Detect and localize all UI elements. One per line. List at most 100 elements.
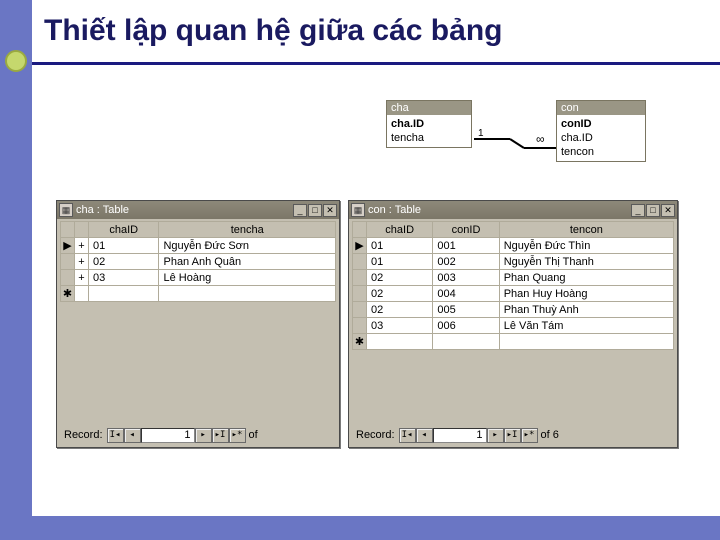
con-titlebar[interactable]: ▦ con : Table _ □ ✕ <box>349 201 677 219</box>
con-header-row: chaID conID tencon <box>353 222 674 238</box>
expand-icon[interactable]: + <box>75 254 89 270</box>
row-selector[interactable] <box>353 286 367 302</box>
table-row[interactable]: ▶ + 01 Nguyễn Đức Sơn <box>61 238 336 254</box>
con-data-table[interactable]: chaID conID tencon ▶ 01 001 Nguyễn Đức T… <box>352 221 674 350</box>
table-row[interactable]: 02 004 Phan Huy Hoàng <box>353 286 674 302</box>
nav-last-button[interactable]: ▸I <box>504 428 521 443</box>
cell-tencha[interactable]: Nguyễn Đức Sơn <box>159 238 336 254</box>
grid-background <box>352 367 674 423</box>
cell-tencha[interactable]: Phan Anh Quân <box>159 254 336 270</box>
card-many-label: ∞ <box>536 132 545 146</box>
con-col-tencon[interactable]: tencon <box>499 222 673 238</box>
nav-next-button[interactable]: ▸ <box>487 428 504 443</box>
cell-chaID[interactable]: 02 <box>367 286 433 302</box>
cell-tencon[interactable] <box>499 334 673 350</box>
nav-last-button[interactable]: ▸I <box>212 428 229 443</box>
table-row[interactable]: 03 006 Lê Văn Tám <box>353 318 674 334</box>
cha-titlebar[interactable]: ▦ cha : Table _ □ ✕ <box>57 201 339 219</box>
row-selector[interactable] <box>61 254 75 270</box>
nav-new-button[interactable]: ▸* <box>521 428 538 443</box>
table-row[interactable]: 02 003 Phan Quang <box>353 270 674 286</box>
nav-first-button[interactable]: I◂ <box>107 428 124 443</box>
rel-con-field-2: tencon <box>561 145 641 159</box>
cell-tencha[interactable]: Lê Hoàng <box>159 270 336 286</box>
nav-next-button[interactable]: ▸ <box>195 428 212 443</box>
nav-first-button[interactable]: I◂ <box>399 428 416 443</box>
cell-conID[interactable]: 006 <box>433 318 499 334</box>
record-number-input[interactable]: 1 <box>141 428 195 443</box>
maximize-button[interactable]: □ <box>308 204 322 217</box>
con-col-conID[interactable]: conID <box>433 222 499 238</box>
cell-tencon[interactable]: Nguyễn Thị Thanh <box>499 254 673 270</box>
cha-data-table[interactable]: chaID tencha ▶ + 01 Nguyễn Đức Sơn + 02 … <box>60 221 336 302</box>
nav-prev-button[interactable]: ◂ <box>124 428 141 443</box>
rel-cha-title: cha <box>387 101 471 115</box>
cell-chaID[interactable]: 02 <box>367 270 433 286</box>
maximize-button[interactable]: □ <box>646 204 660 217</box>
rel-line: 1 ∞ <box>474 128 556 142</box>
table-row[interactable]: ▶ 01 001 Nguyễn Đức Thìn <box>353 238 674 254</box>
record-label: Record: <box>352 429 399 441</box>
record-of-label: of <box>246 429 261 441</box>
cell-chaID[interactable] <box>89 286 159 302</box>
cell-chaID[interactable]: 02 <box>367 302 433 318</box>
cell-tencha[interactable] <box>159 286 336 302</box>
cell-tencon[interactable]: Lê Văn Tám <box>499 318 673 334</box>
minimize-button[interactable]: _ <box>293 204 307 217</box>
rel-con-fields: conID cha.ID tencon <box>557 115 645 161</box>
nav-prev-button[interactable]: ◂ <box>416 428 433 443</box>
table-row[interactable]: 01 002 Nguyễn Thị Thanh <box>353 254 674 270</box>
row-selector[interactable] <box>353 302 367 318</box>
cell-conID[interactable]: 001 <box>433 238 499 254</box>
cha-expand-header <box>75 222 89 238</box>
cell-chaID[interactable]: 01 <box>367 238 433 254</box>
cell-conID[interactable]: 005 <box>433 302 499 318</box>
row-selector[interactable] <box>353 254 367 270</box>
cell-chaID[interactable]: 03 <box>367 318 433 334</box>
close-button[interactable]: ✕ <box>323 204 337 217</box>
row-selector[interactable]: ▶ <box>61 238 75 254</box>
cell-chaID[interactable]: 03 <box>89 270 159 286</box>
row-selector[interactable] <box>353 318 367 334</box>
cell-chaID[interactable] <box>367 334 433 350</box>
grid-background <box>60 311 336 423</box>
record-number-input[interactable]: 1 <box>433 428 487 443</box>
expand-icon[interactable]: + <box>75 238 89 254</box>
row-selector[interactable] <box>61 270 75 286</box>
new-row-icon: ✱ <box>61 286 75 302</box>
cell-chaID[interactable]: 01 <box>89 238 159 254</box>
rel-cha-field-1: tencha <box>391 131 467 145</box>
row-selector[interactable]: ▶ <box>353 238 367 254</box>
new-row[interactable]: ✱ <box>61 286 336 302</box>
cell-tencon[interactable]: Phan Huy Hoàng <box>499 286 673 302</box>
minimize-button[interactable]: _ <box>631 204 645 217</box>
cell-tencon[interactable]: Phan Thuỳ Anh <box>499 302 673 318</box>
rel-con-field-0: conID <box>561 117 641 131</box>
cell-conID[interactable]: 002 <box>433 254 499 270</box>
cell-conID[interactable] <box>433 334 499 350</box>
window-cha-table: ▦ cha : Table _ □ ✕ chaID tencha ▶ + 01 … <box>56 200 340 448</box>
cell-conID[interactable]: 004 <box>433 286 499 302</box>
cell-tencon[interactable]: Phan Quang <box>499 270 673 286</box>
rel-table-con[interactable]: con conID cha.ID tencon <box>556 100 646 162</box>
cha-col-chaID[interactable]: chaID <box>89 222 159 238</box>
window-con-table: ▦ con : Table _ □ ✕ chaID conID tencon ▶… <box>348 200 678 448</box>
con-col-chaID[interactable]: chaID <box>367 222 433 238</box>
table-row[interactable]: + 03 Lê Hoàng <box>61 270 336 286</box>
rel-cha-fields: cha.ID tencha <box>387 115 471 147</box>
nav-new-button[interactable]: ▸* <box>229 428 246 443</box>
cha-col-tencha[interactable]: tencha <box>159 222 336 238</box>
cell-tencon[interactable]: Nguyễn Đức Thìn <box>499 238 673 254</box>
title-underline <box>32 62 720 65</box>
close-button[interactable]: ✕ <box>661 204 675 217</box>
cell-chaID[interactable]: 01 <box>367 254 433 270</box>
record-of-label: of 6 <box>538 429 562 441</box>
table-row[interactable]: + 02 Phan Anh Quân <box>61 254 336 270</box>
new-row[interactable]: ✱ <box>353 334 674 350</box>
cell-conID[interactable]: 003 <box>433 270 499 286</box>
row-selector[interactable] <box>353 270 367 286</box>
rel-table-cha[interactable]: cha cha.ID tencha <box>386 100 472 148</box>
expand-icon[interactable]: + <box>75 270 89 286</box>
table-row[interactable]: 02 005 Phan Thuỳ Anh <box>353 302 674 318</box>
cell-chaID[interactable]: 02 <box>89 254 159 270</box>
